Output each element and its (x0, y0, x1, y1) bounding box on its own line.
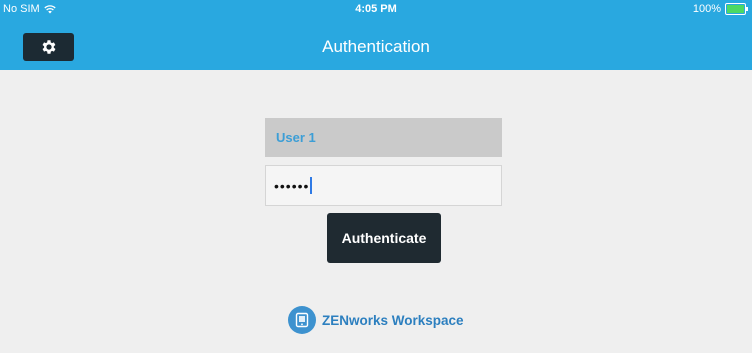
brand-logo: ZENworks Workspace (288, 306, 464, 334)
authenticate-button[interactable]: Authenticate (327, 213, 441, 263)
password-field[interactable]: •••••• (265, 165, 502, 206)
text-cursor (310, 177, 313, 194)
battery-percent: 100% (692, 3, 721, 15)
page-title: Authentication (322, 37, 430, 56)
password-value: •••••• (274, 177, 310, 194)
battery-icon (725, 3, 748, 15)
status-time: 4:05 PM (355, 3, 397, 15)
nav-bar: No SIM 4:05 PM 100% Authentication (0, 0, 752, 70)
username-value: User 1 (276, 130, 316, 145)
battery-status: 100% (692, 3, 748, 15)
username-field[interactable]: User 1 (265, 118, 502, 157)
brand-name: ZENworks Workspace (322, 312, 464, 328)
status-bar: No SIM 4:05 PM 100% (0, 0, 752, 18)
zenworks-logo-icon (288, 306, 316, 334)
